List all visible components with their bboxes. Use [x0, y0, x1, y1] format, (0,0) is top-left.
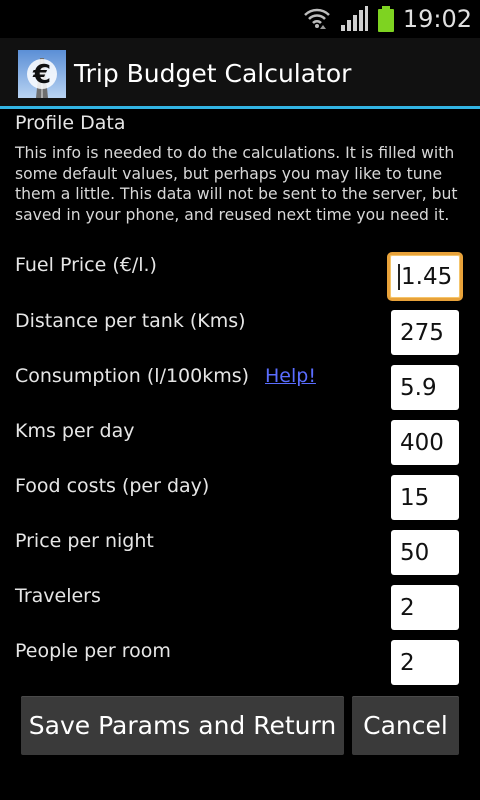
status-bar: 19:02	[0, 0, 480, 38]
food-costs-input[interactable]: 15	[391, 475, 459, 520]
cancel-button[interactable]: Cancel	[352, 696, 459, 755]
distance-per-tank-input[interactable]: 275	[391, 310, 459, 355]
row-price-per-night: Price per night 50	[0, 530, 480, 580]
status-clock: 19:02	[402, 5, 472, 33]
kms-per-day-input[interactable]: 400	[391, 420, 459, 465]
status-icons: 19:02	[303, 0, 472, 38]
fuel-price-label: Fuel Price (€/l.)	[15, 254, 157, 276]
battery-icon	[377, 6, 394, 32]
info-text: This info is needed to do the calculatio…	[15, 144, 458, 224]
food-costs-label: Food costs (per day)	[15, 475, 210, 497]
row-fuel-price: Fuel Price (€/l.) 1.45	[0, 252, 480, 304]
consumption-label: Consumption (l/100kms)	[15, 365, 250, 387]
people-per-room-input[interactable]: 2	[391, 640, 459, 685]
row-consumption: Consumption (l/100kms) Help! 5.9	[0, 365, 480, 415]
app-title: Trip Budget Calculator	[74, 59, 352, 88]
row-kms-per-day: Kms per day 400	[0, 420, 480, 470]
wifi-icon	[303, 8, 330, 29]
row-food-costs: Food costs (per day) 15	[0, 475, 480, 525]
travelers-input[interactable]: 2	[391, 585, 459, 630]
signal-icon	[340, 6, 368, 31]
row-people-per-room: People per room 2	[0, 640, 480, 690]
save-params-button[interactable]: Save Params and Return	[21, 696, 344, 755]
help-link[interactable]: Help!	[265, 365, 316, 387]
row-distance-per-tank: Distance per tank (Kms) 275	[0, 310, 480, 360]
row-travelers: Travelers 2	[0, 585, 480, 635]
price-per-night-input[interactable]: 50	[391, 530, 459, 575]
travelers-label: Travelers	[15, 585, 101, 607]
section-title: Profile Data	[15, 112, 126, 134]
fuel-price-value: 1.45	[401, 263, 453, 290]
action-bar: € Trip Budget Calculator	[0, 38, 480, 109]
fuel-price-input[interactable]: 1.45	[387, 252, 463, 301]
people-per-room-label: People per room	[15, 640, 171, 662]
price-per-night-label: Price per night	[15, 530, 154, 552]
consumption-input[interactable]: 5.9	[391, 365, 459, 410]
kms-per-day-label: Kms per day	[15, 420, 135, 442]
distance-per-tank-label: Distance per tank (Kms)	[15, 310, 246, 332]
euro-road-icon: €	[18, 50, 66, 98]
text-caret	[398, 263, 400, 290]
euro-glyph: €	[32, 60, 51, 90]
